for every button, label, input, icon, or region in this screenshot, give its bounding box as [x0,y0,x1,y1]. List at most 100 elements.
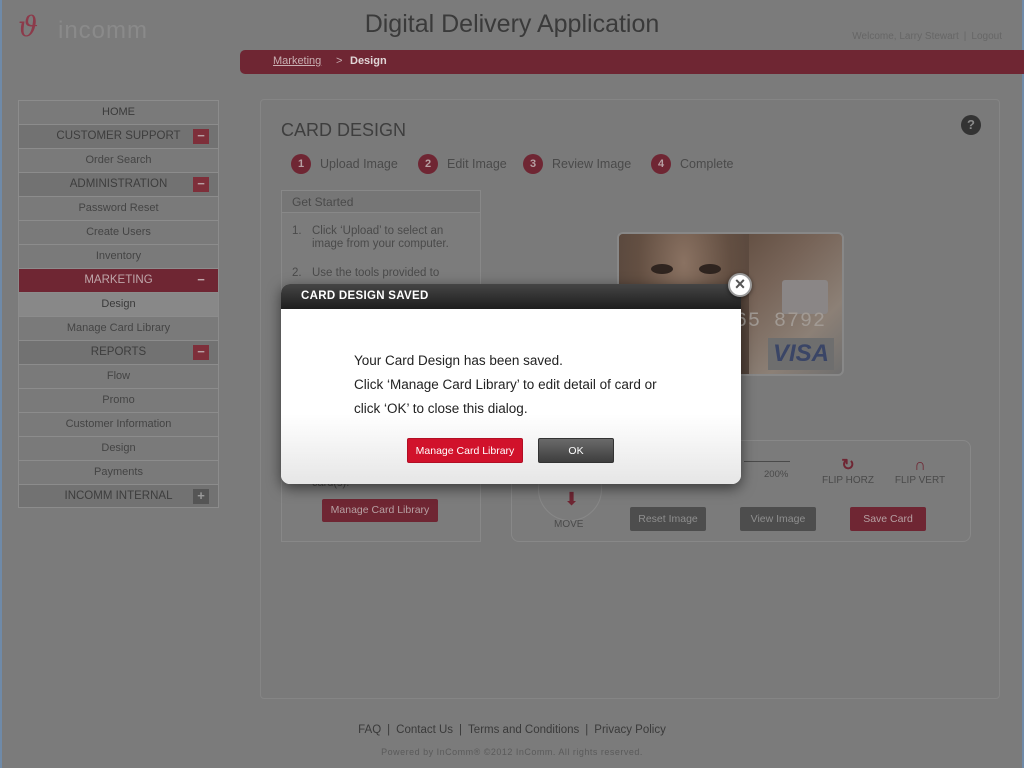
step-edit: 2 Edit Image [418,154,507,176]
collapse-icon[interactable]: − [193,177,209,192]
view-image-button[interactable]: View Image [740,507,816,531]
dialog-body: Your Card Design has been saved. Click ‘… [281,309,741,484]
sidebar-item-label: Manage Card Library [66,322,171,334]
privacy-link[interactable]: Privacy Policy [594,724,666,736]
sidebar-item-label: CUSTOMER SUPPORT [56,130,181,142]
dialog-line-1: Your Card Design has been saved. [354,353,563,368]
sidebar-item-label: Promo [102,394,135,406]
sidebar-nav: HOME CUSTOMER SUPPORT − Order Search ADMINIS… [18,100,219,508]
header-separator: | [963,31,967,42]
zoom-slider[interactable] [744,461,790,462]
step-label: Complete [680,157,734,171]
sidebar-item-promo[interactable]: Promo [18,388,219,412]
sidebar-item-incomm-internal[interactable]: INCOMM INTERNAL + [18,484,219,508]
step-complete: 4 Complete [651,154,734,176]
sidebar-item-label: ADMINISTRATION [69,178,168,190]
sidebar-item-order-search[interactable]: Order Search [18,148,219,172]
logout-link[interactable]: Logout [971,31,1002,42]
copyright: Powered by InComm® ©2012 InComm. All rig… [381,747,643,757]
step-upload: 1 Upload Image [291,154,398,176]
dialog-title: CARD DESIGN SAVED [281,284,741,309]
sidebar-item-inventory[interactable]: Inventory [18,244,219,268]
sidebar-item-label: Flow [106,370,131,382]
dialog-line-2: Click ‘Manage Card Library’ to edit deta… [354,377,657,392]
sidebar-item-create-users[interactable]: Create Users [18,220,219,244]
sidebar-item-payments[interactable]: Payments [18,460,219,484]
contact-link[interactable]: Contact Us [396,724,453,736]
breadcrumb-arrow: > [336,55,343,67]
list-number: 1. [292,225,302,237]
sidebar-item-label: INCOMM INTERNAL [64,490,173,502]
sidebar-item-customer-information[interactable]: Customer Information [18,412,219,436]
save-card-button[interactable]: Save Card [850,507,926,531]
sidebar-item-label: REPORTS [90,346,147,358]
card-photo-eye [651,264,673,274]
instructions-list: 1. Click ‘Upload’ to select an image from… [282,213,480,280]
flip-vert-button[interactable]: ∩ FLIP VERT [890,457,950,486]
card-hologram [782,280,828,314]
faq-link[interactable]: FAQ [358,724,381,736]
card-saved-dialog: CARD DESIGN SAVED Your Card Design has b… [281,284,741,484]
sidebar-item-label: Design [101,442,136,454]
sidebar-item-design[interactable]: Design [18,436,219,460]
sidebar-item-manage-card-library[interactable]: Manage Card Library [18,316,219,340]
reset-image-button[interactable]: Reset Image [630,507,706,531]
step-number: 4 [651,154,671,174]
step-number: 3 [523,154,543,174]
sidebar-item-home[interactable]: HOME [18,100,219,124]
terms-link[interactable]: Terms and Conditions [468,724,579,736]
step-review: 3 Review Image [523,154,631,176]
sidebar-item-design[interactable]: Design [18,292,219,316]
footer-separator: | [387,724,391,736]
expand-icon[interactable]: + [193,489,209,504]
list-text: Use the tools provided to [312,267,440,279]
footer-separator: | [585,724,589,736]
flip-horz-button[interactable]: ↻ FLIP HORZ [818,457,878,486]
dialog-manage-card-library-button[interactable]: Manage Card Library [407,438,523,463]
list-item: 2. Use the tools provided to [292,267,470,280]
breadcrumb: Marketing > Design [240,50,1024,74]
user-welcome: Welcome, Larry Stewart | Logout [852,31,1002,42]
flip-vert-label: FLIP VERT [894,475,946,486]
sidebar-item-customer-support[interactable]: CUSTOMER SUPPORT − [18,124,219,148]
flip-vertical-icon: ∩ [914,457,926,474]
sidebar-item-flow[interactable]: Flow [18,364,219,388]
footer-separator: | [459,724,463,736]
sidebar-item-label: Inventory [95,250,142,262]
sidebar-item-reports[interactable]: REPORTS − [18,340,219,364]
move-label: MOVE [554,519,584,530]
sidebar-item-label: Design [101,298,136,310]
get-started-title: Get Started [282,191,480,213]
sidebar-item-label: Password Reset [78,202,159,214]
footer-links: FAQ | Contact Us | Terms and Conditions | Priv… [0,724,1024,736]
sidebar-item-label: MARKETING [84,274,153,286]
sidebar-item-label: Order Search [85,154,152,166]
header: ϑ incomm Digital Delivery Application We… [0,0,1024,50]
flip-horizontal-icon: ↻ [841,457,855,474]
sidebar-item-label: Payments [94,466,143,478]
collapse-icon[interactable]: − [193,129,209,144]
sidebar-item-label: Customer Information [65,418,172,430]
close-icon[interactable]: × [728,273,752,297]
manage-card-library-button[interactable]: Manage Card Library [322,499,438,522]
dialog-message: Your Card Design has been saved. Click ‘… [354,349,657,421]
step-label: Upload Image [320,157,398,171]
sidebar-item-marketing[interactable]: MARKETING − [18,268,219,292]
page-title: CARD DESIGN [281,120,407,140]
card-photo-eye [699,264,721,274]
step-indicator: 1 Upload Image 2 Edit Image 3 Review Image … [291,154,791,178]
breadcrumb-marketing[interactable]: Marketing [273,55,321,67]
visa-logo: VISA [768,338,834,370]
step-number: 1 [291,154,311,174]
help-icon[interactable]: ? [961,115,981,135]
dialog-ok-button[interactable]: OK [538,438,614,463]
sidebar-item-label: Create Users [86,226,151,238]
collapse-icon[interactable]: − [193,273,209,288]
breadcrumb-current: Design [350,55,387,67]
collapse-icon[interactable]: − [193,345,209,360]
sidebar-item-administration[interactable]: ADMINISTRATION − [18,172,219,196]
sidebar-item-password-reset[interactable]: Password Reset [18,196,219,220]
sidebar-item-label: HOME [102,106,135,118]
dialog-line-3: click ‘OK’ to close this dialog. [354,401,528,416]
move-down-arrow-icon[interactable]: ⬇ [564,489,579,510]
